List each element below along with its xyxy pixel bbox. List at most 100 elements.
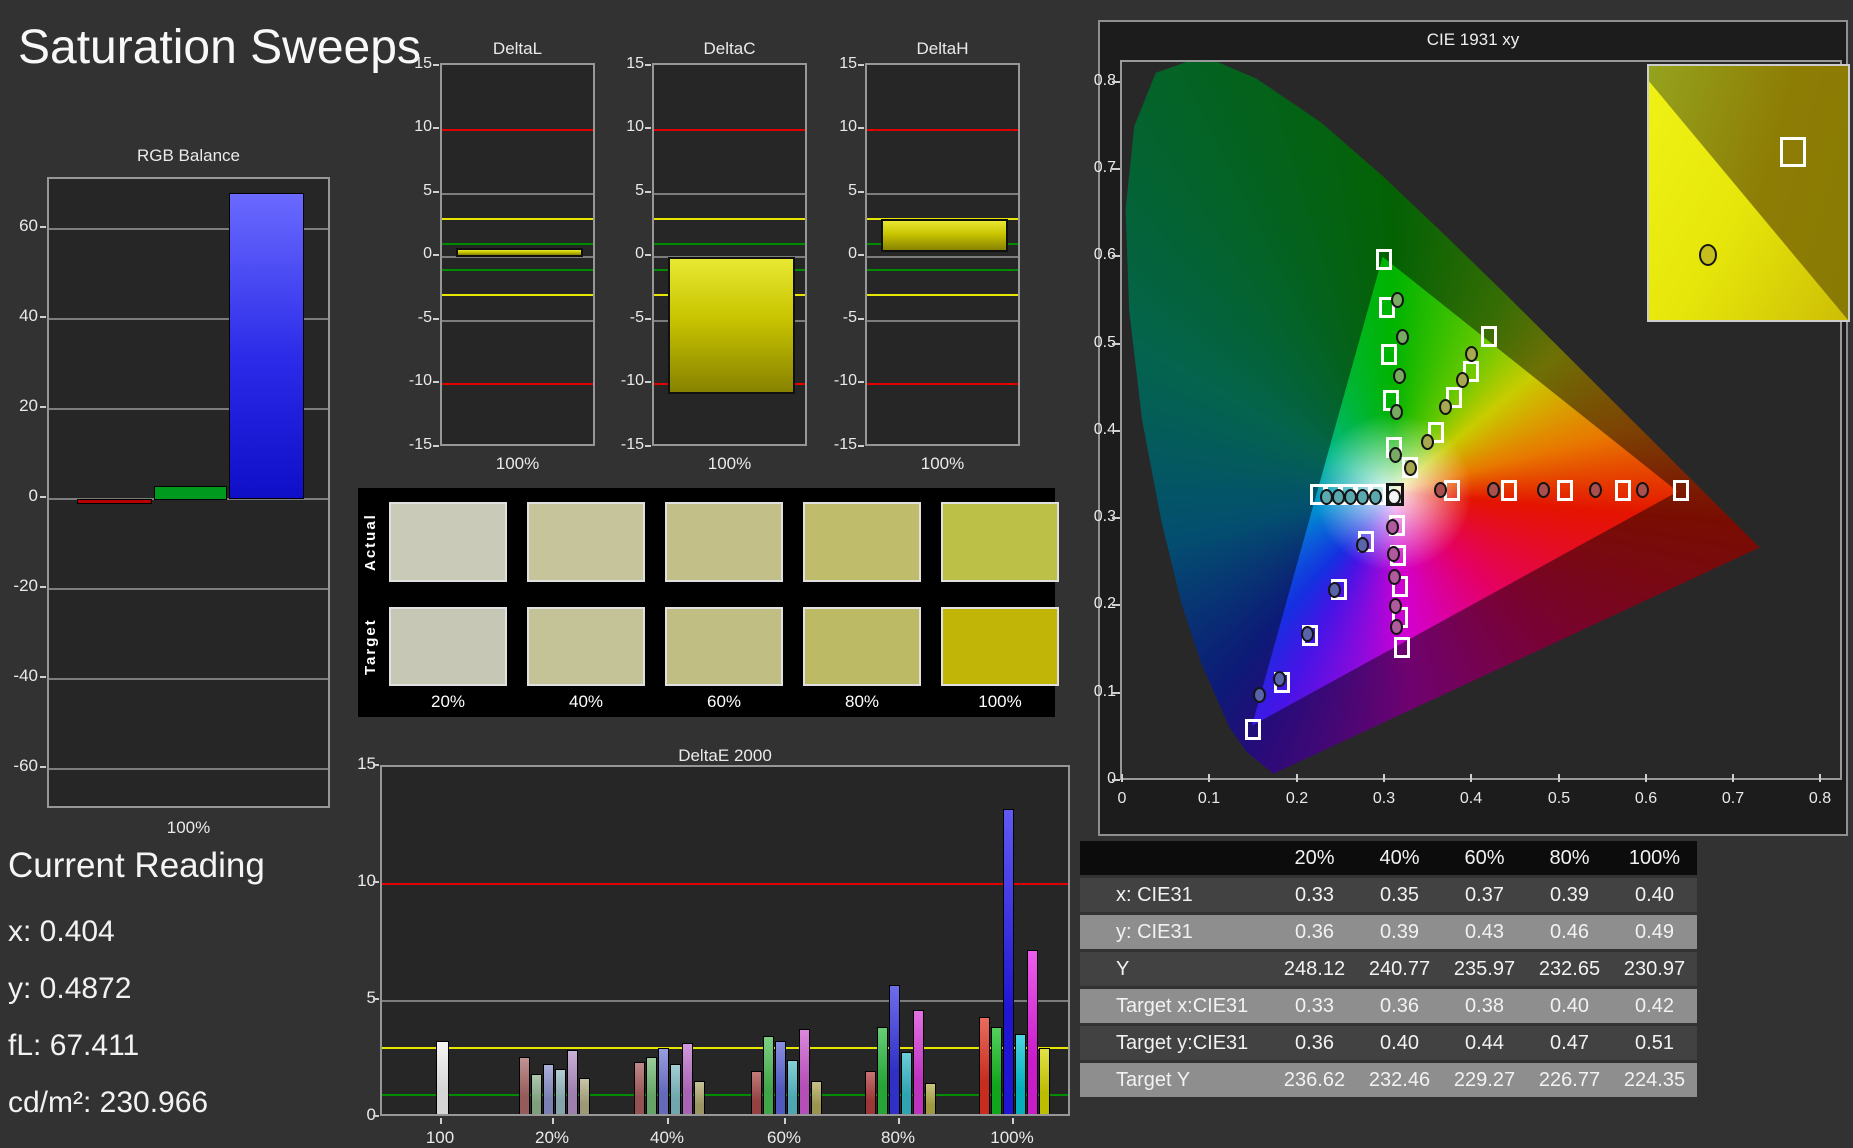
- deltae-bar: [555, 1069, 566, 1114]
- grid-line: [49, 678, 328, 680]
- deltae2000-plot: [380, 765, 1070, 1116]
- ref-line-green: [382, 1094, 1068, 1096]
- measured-dot-cyan: [1369, 489, 1382, 505]
- axis-tick: [1112, 81, 1120, 83]
- tick-stub: [645, 64, 651, 66]
- delta-y-tick-label: 0: [635, 245, 644, 262]
- table-cell: 235.97: [1442, 952, 1527, 986]
- table-row-label: Target y:CIE31: [1108, 1026, 1272, 1060]
- deltae-bar: [646, 1057, 657, 1114]
- measured-dot-red: [1487, 482, 1500, 498]
- delta-y-tick-label: -15: [833, 436, 857, 453]
- axis-tick: [1112, 517, 1120, 519]
- swatch-target-100%: [941, 607, 1059, 686]
- deltae-bar: [1003, 809, 1014, 1114]
- table-cell: 0.44: [1442, 1026, 1527, 1060]
- swatch-col-label: 80%: [844, 692, 880, 711]
- tick-stub: [40, 316, 46, 318]
- rgb-y-tick-label: -40: [13, 666, 38, 685]
- swatch-target-40%: [527, 607, 645, 686]
- page-title: Saturation Sweeps: [18, 21, 421, 74]
- axis-tick: [1208, 774, 1210, 782]
- deltae-bar: [531, 1074, 542, 1114]
- inset-gamut-wedge: [1649, 81, 1848, 320]
- tick-stub: [858, 445, 864, 447]
- axis-tick: [1112, 343, 1120, 345]
- table-cell: 0.39: [1527, 878, 1612, 912]
- tick-stub: [858, 318, 864, 320]
- axis-tick: [1383, 774, 1385, 782]
- measured-dot-green: [1389, 447, 1402, 463]
- deltae-x-label: 60%: [766, 1128, 802, 1147]
- table-row-label: x: CIE31: [1108, 878, 1272, 912]
- delta-y-tick-label: -5: [842, 309, 857, 326]
- tick-stub: [433, 254, 439, 256]
- swatch-actual-100%: [941, 502, 1059, 582]
- swatch-col-label: 60%: [706, 692, 742, 711]
- deltae-bar: [913, 1010, 924, 1114]
- table-row: x: CIE31 0.33 0.35 0.37 0.39 0.40: [1080, 878, 1697, 912]
- table-cell: 0.36: [1272, 1026, 1357, 1060]
- deltae2000-title: DeltaE 2000: [678, 746, 772, 765]
- table-row: Target Y 236.62 232.46 229.27 226.77 224.35: [1080, 1063, 1697, 1097]
- deltae-bar: [694, 1081, 705, 1114]
- grid-line: [442, 193, 593, 195]
- delta-y-tick-label: 10: [414, 118, 432, 135]
- delta-y-tick-label: -5: [417, 309, 432, 326]
- table-cell: 0.40: [1527, 989, 1612, 1023]
- table-row-label: Target Y: [1108, 1063, 1272, 1097]
- table-cell: 230.97: [1612, 952, 1697, 986]
- target-square-red: [1557, 480, 1573, 501]
- cie-chart-title: CIE 1931 xy: [1426, 30, 1520, 49]
- ref-line-red: [867, 383, 1018, 385]
- measured-dot-yellow: [1404, 460, 1417, 476]
- table-header-row: 20% 40% 60% 80% 100%: [1080, 841, 1697, 875]
- tick-stub: [433, 445, 439, 447]
- table-cell: 229.27: [1442, 1063, 1527, 1097]
- table-cell: 226.77: [1527, 1063, 1612, 1097]
- ref-line-yellow: [382, 1047, 1068, 1049]
- grid-line: [654, 193, 805, 195]
- tick-stub: [858, 127, 864, 129]
- delta-y-tick-label: -10: [833, 372, 857, 389]
- grid-line: [49, 768, 328, 770]
- delta-y-tick-label: 5: [635, 182, 644, 199]
- rgb-y-tick-label: 20: [19, 396, 38, 415]
- measured-dot-blue: [1328, 582, 1341, 598]
- deltae-bar: [979, 1017, 990, 1114]
- target-square-green: [1381, 344, 1397, 365]
- measured-dot-cyan: [1356, 489, 1369, 505]
- tick-stub: [40, 406, 46, 408]
- table-header-100%: 100%: [1612, 841, 1697, 875]
- measured-dot-magenta: [1386, 519, 1399, 535]
- table-cell: 0.33: [1272, 989, 1357, 1023]
- axis-tick: [1112, 779, 1120, 781]
- current-reading-y: y: 0.4872: [8, 972, 132, 1005]
- rgb-bar-blue: [229, 193, 304, 499]
- deltae-bar: [543, 1064, 554, 1114]
- deltae-x-label: 100: [425, 1128, 455, 1147]
- tick-stub: [645, 381, 651, 383]
- ref-line-yellow: [442, 218, 593, 220]
- deltae-x-label: 80%: [880, 1128, 916, 1147]
- table-row: Target x:CIE31 0.33 0.36 0.38 0.40 0.42: [1080, 989, 1697, 1023]
- current-reading-x: x: 0.404: [8, 915, 115, 948]
- cie-1931-panel: CIE 1931 xy 00.10.20.30.40.50.60.70.800.…: [1094, 20, 1850, 836]
- axis-tick: [1112, 255, 1120, 257]
- table-header-40%: 40%: [1357, 841, 1442, 875]
- delta-chart-title: DeltaC: [703, 39, 756, 58]
- delta-y-tick-label: 0: [848, 245, 857, 262]
- swatch-col-label: 20%: [430, 692, 466, 711]
- deltae-bar: [1015, 1034, 1026, 1114]
- deltae-bar: [787, 1060, 798, 1114]
- yellow-sweep-zoom-inset: [1647, 64, 1850, 322]
- rgb-balance-x-label: 100%: [166, 818, 211, 837]
- ref-line-yellow: [442, 294, 593, 296]
- measured-dot-blue: [1356, 537, 1369, 553]
- table-cell: 0.43: [1442, 915, 1527, 949]
- delta-x-label: 100%: [707, 454, 752, 473]
- tick-stub: [433, 127, 439, 129]
- table-cell: 0.33: [1272, 878, 1357, 912]
- table-cell: 240.77: [1357, 952, 1442, 986]
- table-cell: 0.37: [1442, 878, 1527, 912]
